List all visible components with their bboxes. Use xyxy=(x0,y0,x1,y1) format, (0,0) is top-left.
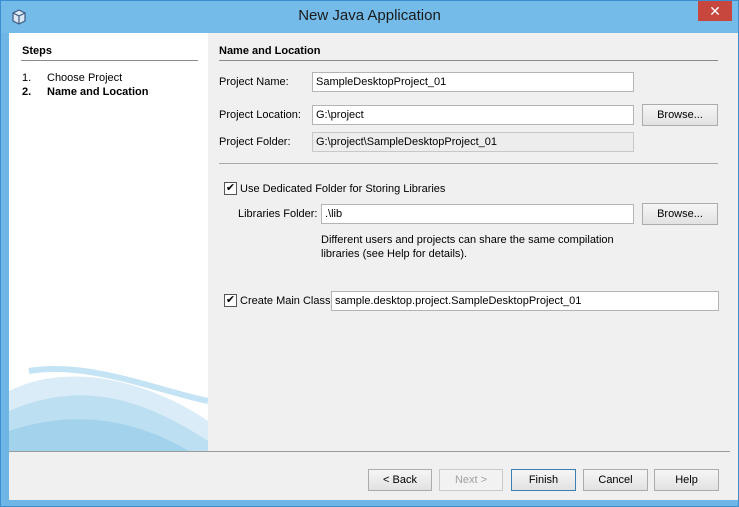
browse-libraries-button[interactable]: Browse... xyxy=(642,203,718,225)
step-number: 1. xyxy=(22,72,32,84)
name-location-panel: Name and Location Project Name: SampleDe… xyxy=(208,33,730,451)
main-class-input[interactable]: sample.desktop.project.SampleDesktopProj… xyxy=(331,291,719,311)
step-choose-project: 1. Choose Project xyxy=(22,72,122,84)
checkmark-icon: ✔ xyxy=(225,182,236,194)
window-title: New Java Application xyxy=(298,7,441,24)
project-name-input[interactable]: SampleDesktopProject_01 xyxy=(312,72,634,92)
section-separator xyxy=(219,163,718,164)
cancel-button[interactable]: Cancel xyxy=(583,469,648,491)
libraries-hint-text: Different users and projects can share t… xyxy=(321,234,614,260)
section-divider xyxy=(219,60,718,61)
steps-panel: Steps 1. Choose Project 2. Name and Locati… xyxy=(9,33,208,451)
step-number: 2. xyxy=(22,86,32,98)
next-button[interactable]: Next > xyxy=(439,469,503,491)
create-main-class-checkbox[interactable]: ✔ xyxy=(224,294,237,307)
project-folder-field: G:\project\SampleDesktopProject_01 xyxy=(312,132,634,152)
steps-title: Steps xyxy=(22,45,52,57)
close-icon[interactable]: ✕ xyxy=(698,1,732,21)
dialog-client-area: Steps 1. Choose Project 2. Name and Locati… xyxy=(9,33,730,500)
libraries-folder-label: Libraries Folder: xyxy=(238,208,318,220)
dedicated-folder-checkbox[interactable]: ✔ xyxy=(224,182,237,195)
libraries-folder-input[interactable]: .\lib xyxy=(321,204,634,224)
project-name-label: Project Name: xyxy=(219,76,289,88)
dedicated-folder-label[interactable]: Use Dedicated Folder for Storing Librari… xyxy=(240,183,445,195)
browse-location-button[interactable]: Browse... xyxy=(642,104,718,126)
project-location-input[interactable]: G:\project xyxy=(312,105,634,125)
step-name-and-location: 2. Name and Location xyxy=(22,86,148,98)
project-folder-label: Project Folder: xyxy=(219,136,291,148)
project-location-label: Project Location: xyxy=(219,109,301,121)
section-title: Name and Location xyxy=(219,45,321,57)
back-button[interactable]: < Back xyxy=(368,469,432,491)
create-main-class-label[interactable]: Create Main Class xyxy=(240,295,330,307)
steps-divider xyxy=(21,60,198,61)
checkmark-icon: ✔ xyxy=(225,294,236,306)
right-edge-strip xyxy=(730,33,738,500)
footer-divider xyxy=(9,451,730,452)
dialog-window: New Java Application ✕ Steps 1. Choose Pr… xyxy=(0,0,739,507)
help-button[interactable]: Help xyxy=(654,469,719,491)
decorative-swoosh-graphic xyxy=(9,365,208,451)
step-label: Name and Location xyxy=(47,86,149,98)
finish-button[interactable]: Finish xyxy=(511,469,576,491)
title-bar: New Java Application ✕ xyxy=(1,1,738,33)
step-label: Choose Project xyxy=(47,72,123,84)
